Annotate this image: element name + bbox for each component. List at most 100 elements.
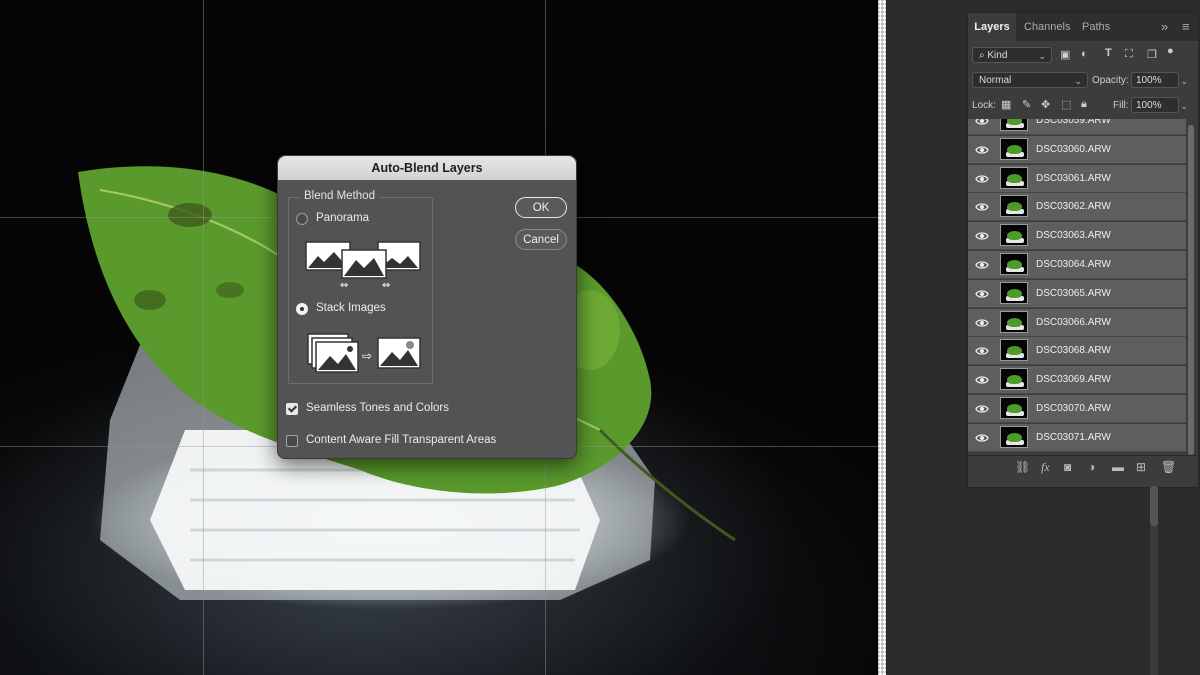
layer-name[interactable]: DSC03060.ARW [1036,136,1111,163]
new-layer-icon[interactable]: ⊞ [1136,460,1146,474]
thumbnail-leaf [1007,260,1022,269]
lock-transparent-icon[interactable]: ▦ [1001,98,1011,111]
thumbnail-leaf [1007,346,1022,356]
mask-icon[interactable]: ◙ [1064,460,1071,474]
visibility-eye-icon[interactable] [975,200,989,214]
lock-label: Lock: [972,100,996,111]
thumbnail-leaf [1007,288,1022,298]
opacity-field[interactable]: 100% ⌄ [1131,72,1188,88]
content-aware-fill-label[interactable]: Content Aware Fill Transparent Areas [306,434,496,446]
thumbnail-leaf [1007,404,1022,413]
layer-name[interactable]: DSC03065.ARW [1036,280,1111,307]
layer-thumbnail [1000,195,1028,218]
visibility-eye-icon[interactable] [975,287,989,301]
adjustment-icon[interactable]: ◑ [1088,460,1095,474]
layer-row[interactable]: DSC03068.ARW [968,337,1186,366]
lock-artboard-icon[interactable]: ⬚ [1061,98,1071,111]
layer-row[interactable]: DSC03069.ARW [968,366,1186,395]
layer-name[interactable]: DSC03069.ARW [1036,366,1111,393]
trash-icon[interactable]: 🗑︎ [1161,460,1176,474]
seamless-tones-checkbox[interactable] [286,403,298,415]
visibility-eye-icon[interactable] [975,431,989,445]
visibility-eye-icon[interactable] [975,373,989,387]
layer-name[interactable]: DSC03066.ARW [1036,309,1111,336]
layer-thumbnail [1000,339,1028,362]
layer-name[interactable]: DSC03063.ARW [1036,222,1111,249]
visibility-eye-icon[interactable] [975,344,989,358]
layer-thumbnail [1000,368,1028,391]
panel-overflow-icon[interactable]: » [1161,13,1168,41]
smart-object-filter-icon[interactable]: ❐ [1147,48,1157,61]
tab-layers[interactable]: Layers [968,13,1016,41]
layer-thumbnail [1000,310,1028,333]
layer-thumbnail [1000,137,1028,160]
layer-name[interactable]: DSC03061.ARW [1036,165,1111,192]
layer-name[interactable]: DSC03070.ARW [1036,395,1111,422]
cancel-button[interactable]: Cancel [515,229,567,250]
layer-name[interactable]: DSC03071.ARW [1036,424,1111,451]
workspace-scrollbar[interactable] [1150,526,1158,675]
tab-channels[interactable]: Channels [1024,13,1070,41]
fx-icon[interactable]: fx [1041,460,1050,475]
layer-row[interactable]: DSC03061.ARW [968,164,1186,193]
panorama-radio[interactable] [296,213,308,225]
chevron-down-icon: ⌄ [1180,101,1188,111]
layer-row[interactable]: DSC03065.ARW [968,279,1186,308]
layer-list-scroll-thumb[interactable] [1188,125,1194,455]
fill-field[interactable]: 100% ⌄ [1131,97,1188,113]
visibility-eye-icon[interactable] [975,143,989,157]
workspace-scroll-thumb[interactable] [1150,486,1158,526]
thumbnail-leaf [1007,317,1022,327]
layer-row[interactable]: DSC03063.ARW [968,222,1186,251]
search-icon: ⌕ [979,50,985,61]
stack-images-label[interactable]: Stack Images [316,302,386,314]
visibility-eye-icon[interactable] [975,119,989,128]
thumbnail-leaf [1007,231,1022,241]
pixel-filter-icon[interactable]: ▣ [1060,48,1070,61]
layer-name[interactable]: DSC03068.ARW [1036,337,1111,364]
visibility-eye-icon[interactable] [975,402,989,416]
stack-images-radio[interactable] [296,303,308,315]
layer-row[interactable]: DSC03064.ARW [968,251,1186,279]
layer-row[interactable]: DSC03070.ARW [968,395,1186,423]
layer-name[interactable]: DSC03064.ARW [1036,251,1111,278]
panel-menu-icon[interactable]: ≡ [1182,13,1190,41]
layer-list: DSC03059.ARW DSC03060.ARW DSC03061.ARW DSC0… [968,119,1186,455]
folder-icon[interactable]: ▬ [1112,460,1124,474]
shape-filter-icon[interactable]: ⛶ [1125,48,1133,61]
opacity-label: Opacity: [1092,75,1129,86]
panorama-label[interactable]: Panorama [316,212,369,224]
lock-all-icon[interactable]: 🔒︎ [1081,98,1087,111]
stack-images-diagram-icon: ⇨ [307,333,421,373]
tab-paths[interactable]: Paths [1082,13,1110,41]
layer-row[interactable]: DSC03059.ARW [968,119,1186,135]
layer-name[interactable]: DSC03059.ARW [1036,119,1111,134]
filter-toggle-icon[interactable]: ● [1167,45,1174,57]
chevron-down-icon: ⌄ [1180,76,1188,86]
visibility-eye-icon[interactable] [975,172,989,186]
type-filter-icon[interactable]: T [1105,47,1112,59]
layer-row[interactable]: DSC03071.ARW [968,423,1186,452]
layer-row[interactable]: DSC03062.ARW [968,193,1186,222]
adjustment-filter-icon[interactable]: ◐ [1081,48,1088,60]
visibility-eye-icon[interactable] [975,229,989,243]
lock-paint-brush-icon[interactable]: ✎ [1022,98,1031,111]
layer-thumbnail [1000,253,1028,275]
ok-button[interactable]: OK [515,197,567,218]
panel-tab-bar: Layers Channels Paths » ≡ [968,13,1198,41]
link-icon[interactable]: ⛓ [1015,460,1030,474]
layer-row[interactable]: DSC03066.ARW [968,308,1186,337]
blend-method-label: Blend Method [300,190,379,202]
content-aware-fill-checkbox[interactable] [286,435,298,447]
filter-kind-select[interactable]: ⌕ Kind ⌄ [972,47,1052,63]
visibility-eye-icon[interactable] [975,258,989,272]
seamless-tones-label[interactable]: Seamless Tones and Colors [306,402,449,414]
layer-name[interactable]: DSC03062.ARW [1036,193,1111,220]
layer-row[interactable]: DSC03060.ARW [968,135,1186,164]
lock-position-icon[interactable]: ✥ [1041,98,1050,111]
layer-thumbnail [1000,119,1028,131]
blend-mode-select[interactable]: Normal ⌄ [972,72,1088,88]
svg-text:⇔: ⇔ [340,280,348,290]
visibility-eye-icon[interactable] [975,316,989,330]
guide-vertical [203,0,204,675]
